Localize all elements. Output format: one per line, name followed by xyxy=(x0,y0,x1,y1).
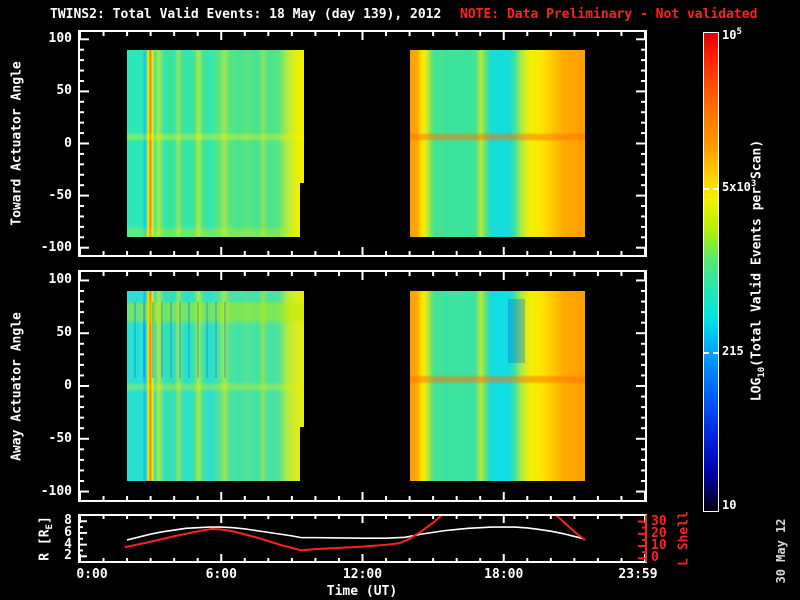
preliminary-note: NOTE: Data Preliminary - Not validated xyxy=(460,7,758,22)
axis-ticks-layer xyxy=(80,516,645,561)
toward-y-axis-label: Toward Actuator Angle xyxy=(9,61,25,226)
r-axis-tick-label: 8 xyxy=(64,513,72,529)
y-axis-tick-label: 50 xyxy=(56,83,72,99)
y-axis-tick-label: -100 xyxy=(40,483,72,499)
axis-ticks-layer xyxy=(80,32,645,255)
colorbar-tick-label-10: 10 xyxy=(722,498,737,512)
x-axis-label: Time (UT) xyxy=(326,584,398,599)
x-axis-tick-label: 0:00 xyxy=(76,567,108,582)
away-y-axis-label: Away Actuator Angle xyxy=(9,312,25,461)
y-axis-tick-label: 50 xyxy=(56,325,72,341)
twins2-plot-page: { "title": { "text": "TWINS2: Total Vali… xyxy=(0,0,800,600)
y-axis-tick-label: -100 xyxy=(40,239,72,255)
date-stamp: 30 May 12 xyxy=(774,518,788,584)
y-axis-tick-label: -50 xyxy=(48,430,72,446)
x-axis-tick-label: 23:59 xyxy=(618,567,658,582)
colorbar-tick-label-1e5: 105 xyxy=(722,27,742,43)
axis-ticks-layer xyxy=(80,272,645,500)
l-shell-line xyxy=(555,516,586,541)
colorbar-title: LOG10(Total Valid Events per Scan) xyxy=(749,139,768,402)
orbit-parameters-panel xyxy=(78,514,647,563)
r-line xyxy=(126,526,584,541)
away-actuator-spectrogram-panel xyxy=(78,270,647,502)
colorbar-dashed-tick xyxy=(703,188,719,191)
colorbar-tick-label-215: 215 xyxy=(722,344,744,358)
page-title: TWINS2: Total Valid Events: 18 May (day … xyxy=(50,7,442,22)
colorbar-gradient xyxy=(704,33,718,511)
y-axis-tick-label: 0 xyxy=(64,378,72,393)
y-axis-tick-label: 100 xyxy=(48,31,72,47)
y-axis-tick-label: 100 xyxy=(48,272,72,288)
colorbar-dashed-tick xyxy=(703,351,719,354)
toward-actuator-spectrogram-panel xyxy=(78,30,647,257)
y-axis-tick-label: -50 xyxy=(48,187,72,203)
x-axis-tick-label: 18:00 xyxy=(484,567,524,582)
x-axis-tick-label: 6:00 xyxy=(205,567,237,582)
l-shell-line xyxy=(124,516,443,552)
colorbar xyxy=(703,32,719,512)
l-shell-axis-tick-label: 30 xyxy=(651,513,667,529)
y-axis-tick-label: 0 xyxy=(64,135,72,151)
x-axis-tick-label: 12:00 xyxy=(342,567,383,582)
